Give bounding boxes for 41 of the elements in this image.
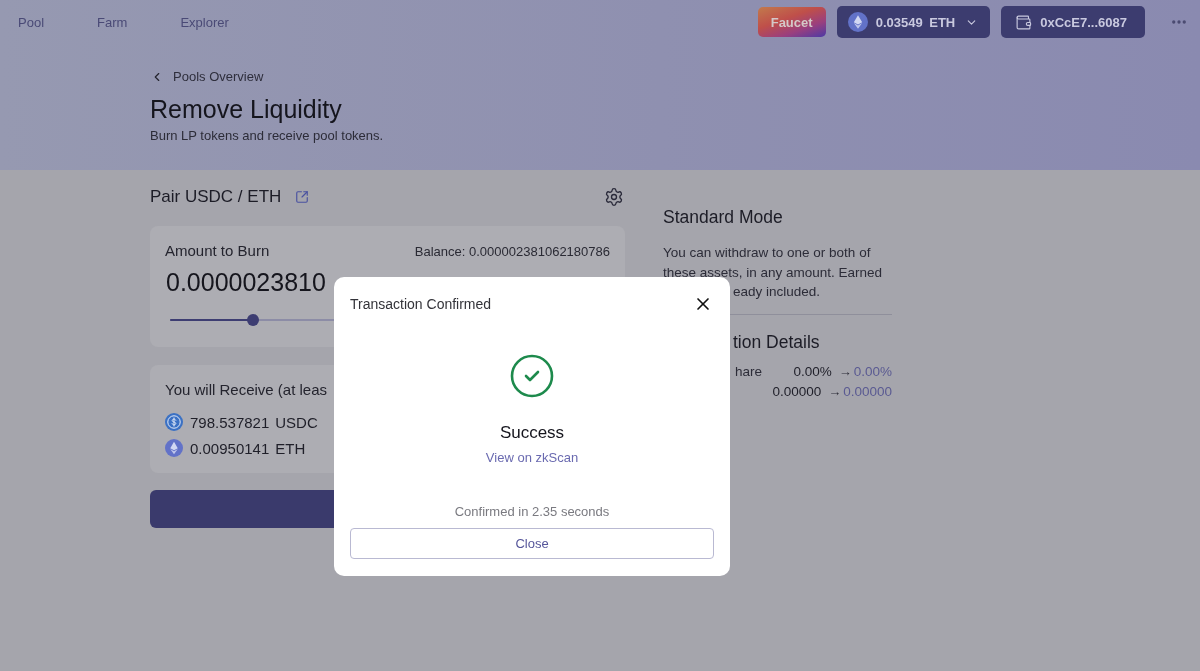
token-amount: 0.00950141 (190, 439, 270, 457)
detail-value: 0.00% (793, 364, 832, 379)
section-title: Standard Mode (663, 207, 783, 227)
page-title: Remove Liquidity (150, 94, 342, 124)
confirmation-note: Confirmed in 2.35 seconds (454, 504, 610, 519)
page-subtitle: Burn LP tokens and receive pool tokens. (150, 128, 384, 144)
success-check-icon (508, 352, 556, 400)
burn-amount: 0.0000023810 (166, 267, 326, 297)
balance-text: Balance: 0.000002381062180786 (414, 243, 610, 259)
section-title: tion Details (733, 331, 820, 352)
nav-link[interactable]: Explorer (180, 14, 229, 30)
settings-icon[interactable] (604, 187, 624, 207)
nav-link[interactable]: Pool (18, 14, 45, 30)
wallet-button[interactable]: 0xCcE7...6087 (1001, 6, 1145, 38)
back-link[interactable]: Pools Overview (150, 69, 264, 84)
detail-label: hare (735, 364, 763, 379)
nav-link[interactable]: Farm (97, 14, 128, 30)
detail-value: 0.00000 (772, 384, 822, 399)
eth-coin-icon (847, 12, 868, 32)
detail-new-value: 0.00% (853, 364, 892, 379)
pair-title: Pair USDC / ETH (150, 187, 282, 207)
balance-button[interactable]: 0.03549 ETH (836, 6, 991, 38)
close-button[interactable]: Close (350, 528, 714, 559)
change-arrow: → (828, 384, 842, 399)
card-label: You will Receive (at leas (165, 381, 328, 399)
status-text: Success (499, 422, 565, 444)
modal-title: Transaction Confirmed (350, 296, 492, 312)
external-link-icon[interactable] (295, 190, 310, 204)
transaction-link[interactable]: View on zkScan (485, 450, 579, 465)
usdc-coin-icon (165, 413, 183, 431)
card-label: Amount to Burn (165, 242, 270, 260)
change-arrow: → (838, 364, 852, 379)
token-symbol: USDC (275, 413, 318, 431)
token-amount: 798.537821 (190, 413, 270, 431)
slider-thumb[interactable] (246, 314, 259, 326)
mode-description: eady included. (733, 283, 821, 301)
detail-new-value: 0.00000 (843, 384, 892, 399)
eth-coin-icon (165, 439, 183, 457)
wallet-icon (1015, 13, 1033, 31)
faucet-button[interactable]: Faucet (757, 7, 826, 37)
token-symbol: ETH (275, 439, 306, 457)
